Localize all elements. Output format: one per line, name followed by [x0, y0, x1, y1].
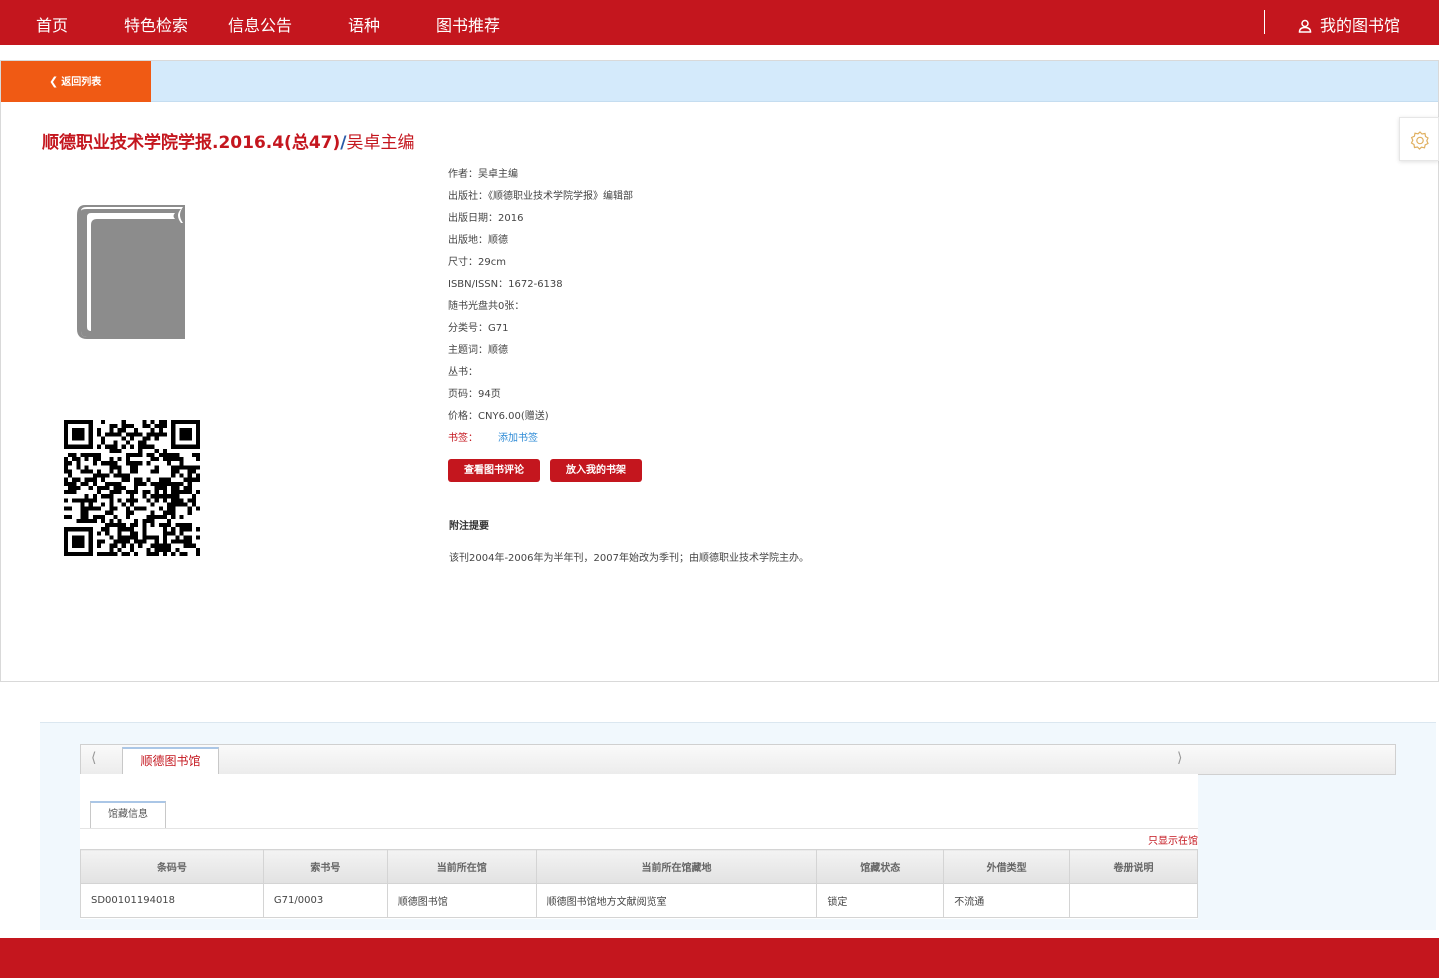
info-series: 丛书： — [448, 367, 478, 378]
cell-status: 锁定 — [816, 883, 945, 918]
top-nav: 首页 特色检索 信息公告 语种 图书推荐 我的图书馆 — [0, 0, 1439, 45]
col-call-number: 索书号 — [262, 849, 388, 884]
cell-current-library: 顺德图书馆 — [386, 883, 537, 918]
col-status: 馆藏状态 — [816, 849, 945, 884]
cell-barcode: SD00101194018 — [80, 883, 264, 918]
book-title-author: 吴卓主编 — [346, 133, 415, 153]
nav-home[interactable]: 首页 — [36, 12, 68, 36]
book-title: 顺德职业技术学院学报.2016.4(总47)/吴卓主编 — [42, 128, 414, 153]
side-widget-button[interactable] — [1399, 117, 1439, 161]
nav-languages[interactable]: 语种 — [348, 12, 380, 36]
book-detail-panel: ❮ 返回列表 顺德职业技术学院学报.2016.4(总47)/吴卓主编 作者：吴卓主… — [0, 60, 1439, 682]
info-author: 作者：吴卓主编 — [448, 169, 518, 180]
cell-loan-type: 不流通 — [943, 883, 1071, 918]
note-body: 该刊2004年-2006年为半年刊，2007年始改为季刊；由顺德职业技术学院主办… — [449, 553, 809, 564]
nav-divider — [1264, 10, 1265, 34]
info-subject: 主题词：顺德 — [448, 345, 508, 356]
tab-scroll-left-icon[interactable]: ⟨ — [91, 750, 96, 766]
my-library-label: 我的图书馆 — [1320, 16, 1401, 35]
back-to-list-button[interactable]: ❮ 返回列表 — [1, 61, 151, 102]
info-size: 尺寸：29cm — [448, 257, 506, 268]
subtab-divider — [80, 828, 1198, 829]
holdings-header-row: 条码号 索书号 当前所在馆 当前所在馆藏地 馆藏状态 外借类型 卷册说明 — [80, 849, 1198, 884]
cell-call-number: G71/0003 — [262, 883, 388, 918]
tab-shunde-library[interactable]: 顺德图书馆 — [122, 747, 219, 775]
add-bookmark-link[interactable]: 添加书签 — [498, 433, 538, 444]
info-price: 价格：CNY6.00(赠送) — [448, 411, 549, 422]
col-current-library: 当前所在馆 — [386, 849, 537, 884]
table-row: SD00101194018 G71/0003 顺德图书馆 顺德图书馆地方文献阅览… — [80, 883, 1198, 918]
cell-volume-note — [1069, 883, 1198, 918]
cell-current-location: 顺德图书馆地方文献阅览室 — [535, 883, 818, 918]
tab-holdings-info[interactable]: 馆藏信息 — [90, 801, 166, 829]
info-pub-date: 出版日期：2016 — [448, 213, 524, 224]
nav-special-search[interactable]: 特色检索 — [124, 12, 188, 36]
my-library-link[interactable]: 我的图书馆 — [1298, 12, 1400, 36]
library-tab-content: 馆藏信息 只显示在馆 条码号 索书号 当前所在馆 当前所在馆藏地 馆藏状态 外借… — [80, 774, 1198, 919]
info-pages: 页码：94页 — [448, 389, 501, 400]
book-icon — [77, 205, 185, 339]
library-tabstrip: ⟨ 顺德图书馆 ⟩ — [80, 744, 1396, 775]
tab-scroll-right-icon[interactable]: ⟩ — [1177, 750, 1182, 766]
book-title-main: 顺德职业技术学院学报.2016.4(总47) — [42, 133, 341, 153]
nav-announcements[interactable]: 信息公告 — [228, 12, 292, 36]
info-publisher: 出版社：《顺德职业技术学院学报》编辑部 — [448, 191, 633, 202]
chevron-left-icon: ❮ — [49, 75, 59, 88]
user-icon — [1298, 19, 1312, 33]
note-title: 附注提要 — [449, 521, 489, 532]
gear-icon — [1410, 131, 1429, 150]
info-bookmark: 书签： 添加书签 — [448, 431, 633, 453]
info-isbn: ISBN/ISSN：1672-6138 — [448, 279, 563, 290]
view-reviews-button[interactable]: 查看图书评论 — [448, 459, 540, 482]
add-to-shelf-button[interactable]: 放入我的书架 — [550, 459, 642, 482]
info-disc: 随书光盘共0张： — [448, 301, 525, 312]
holdings-section: ⟨ 顺德图书馆 ⟩ 馆藏信息 只显示在馆 条码号 索书号 当前所在馆 当前所在馆… — [40, 722, 1436, 930]
footer-bar — [0, 938, 1439, 978]
holdings-table: 条码号 索书号 当前所在馆 当前所在馆藏地 馆藏状态 外借类型 卷册说明 SD0… — [80, 849, 1198, 918]
info-classification: 分类号：G71 — [448, 323, 509, 334]
bookmark-label: 书签： — [448, 433, 478, 444]
col-volume-note: 卷册说明 — [1069, 849, 1198, 884]
col-loan-type: 外借类型 — [943, 849, 1071, 884]
book-info: 作者：吴卓主编 出版社：《顺德职业技术学院学报》编辑部 出版日期：2016 出版… — [448, 167, 633, 453]
qr-code-icon — [64, 420, 200, 556]
col-barcode: 条码号 — [80, 849, 264, 884]
col-current-location: 当前所在馆藏地 — [535, 849, 818, 884]
back-to-list-label: 返回列表 — [61, 77, 102, 88]
nav-recommendations[interactable]: 图书推荐 — [436, 12, 500, 36]
only-show-available-link[interactable]: 只显示在馆 — [1148, 832, 1198, 847]
back-bar: ❮ 返回列表 — [1, 61, 1438, 102]
info-pub-place: 出版地：顺德 — [448, 235, 508, 246]
